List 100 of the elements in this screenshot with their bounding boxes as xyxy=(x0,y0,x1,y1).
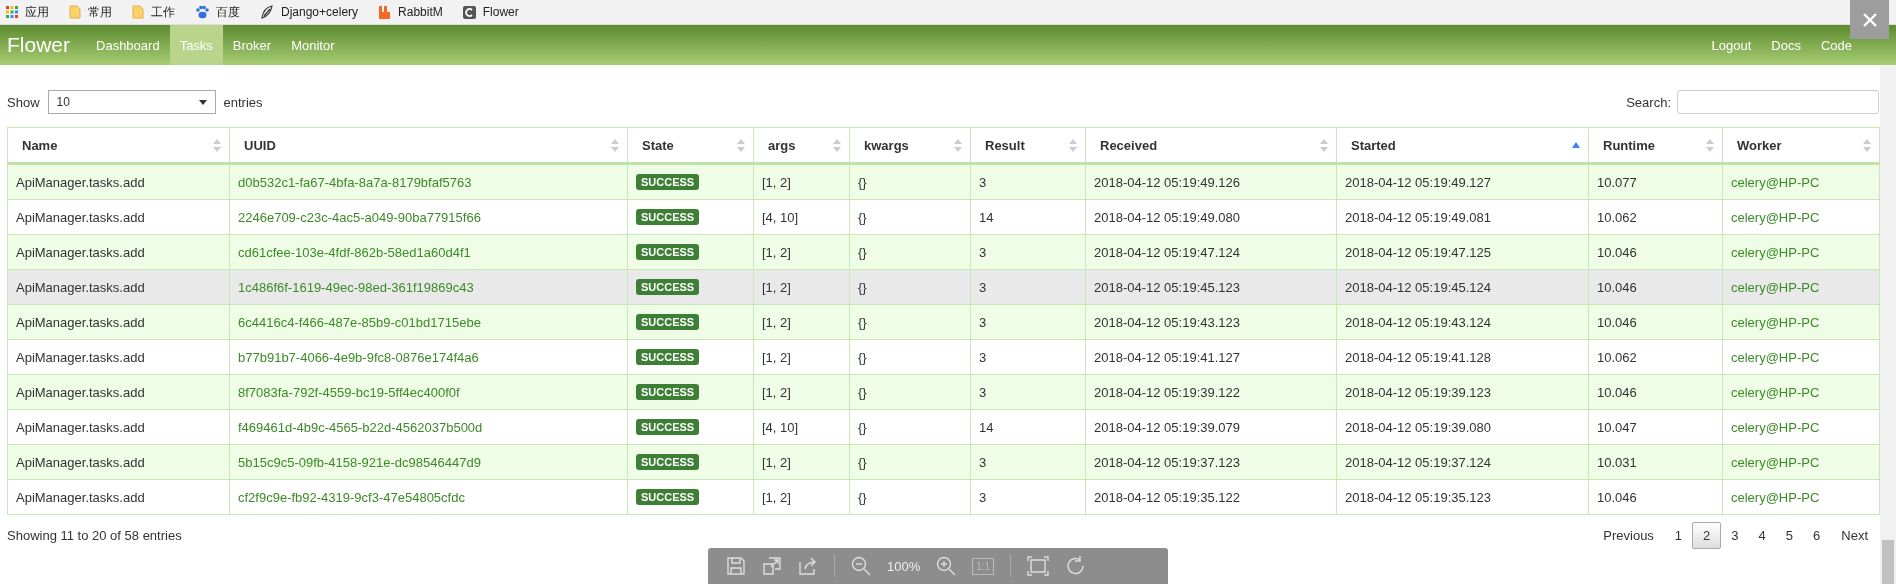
table-cell: {} xyxy=(849,479,971,515)
table-cell: ApiManager.tasks.add xyxy=(7,269,230,305)
bookmark[interactable]: 工作 xyxy=(132,3,175,21)
table-cell: 2018-04-12 05:19:37.123 xyxy=(1085,444,1337,480)
table-cell: 10.062 xyxy=(1588,339,1723,375)
table-cell: 2018-04-12 05:19:41.127 xyxy=(1085,339,1337,375)
table-cell: ApiManager.tasks.add xyxy=(7,479,230,515)
previous-link[interactable]: Previous xyxy=(1592,522,1665,548)
table-cell: 2018-04-12 05:19:49.126 xyxy=(1085,163,1337,200)
state-badge: SUCCESS xyxy=(636,314,700,330)
table-cell: [1, 2] xyxy=(753,304,850,340)
table-cell: {} xyxy=(849,269,971,305)
table-cell: 2018-04-12 05:19:41.128 xyxy=(1336,339,1589,375)
bookmark[interactable]: 常用 xyxy=(69,3,112,21)
table-row[interactable]: ApiManager.tasks.add 1c486f6f-1619-49ec-98ed-361f19869c43 SUCCESS [1, 2] {} 3 2018-04-12 05:19:45.123 2018-04-12 05:19:45.124 10.046 celery@HP-PC xyxy=(7,269,1880,305)
table-cell: ApiManager.tasks.add xyxy=(7,304,230,340)
table-row[interactable]: ApiManager.tasks.add 2246e709-c23c-4ac5-a049-90ba77915f66 SUCCESS [4, 10] {} 14 2018-04-12 05:19:49.080 2018-04-12 05:19:49.081 10.062 celery@HP-PC xyxy=(7,199,1880,235)
table-cell: [1, 2] xyxy=(753,479,850,515)
zoom-in-icon[interactable] xyxy=(936,556,957,576)
page-link[interactable]: 5 xyxy=(1775,522,1804,548)
table-row[interactable]: ApiManager.tasks.add 8f7083fa-792f-4559-bc19-5ff4ec400f0f SUCCESS [1, 2] {} 3 2018-04-12 05:19:39.122 2018-04-12 05:19:39.123 10.046 celery@HP-PC xyxy=(7,374,1880,410)
column-header[interactable]: Started xyxy=(1351,137,1396,153)
table-cell: 10.062 xyxy=(1588,199,1723,235)
bookmark[interactable]: 百度 xyxy=(195,3,240,21)
table-row[interactable]: ApiManager.tasks.add cf2f9c9e-fb92-4319-9cf3-47e54805cfdc SUCCESS [1, 2] {} 3 2018-04-12 05:19:35.122 2018-04-12 05:19:35.123 10.046 celery@HP-PC xyxy=(7,479,1880,515)
table-cell: {} xyxy=(849,163,971,200)
bookmark[interactable]: Django+celery xyxy=(260,5,359,19)
column-header[interactable]: Worker xyxy=(1737,137,1782,153)
table-row[interactable]: ApiManager.tasks.add 6c4416c4-f466-487e-85b9-c01bd1715ebe SUCCESS [1, 2] {} 3 2018-04-12 05:19:43.123 2018-04-12 05:19:43.124 10.046 celery@HP-PC xyxy=(7,304,1880,340)
page-size-select[interactable]: 10 xyxy=(47,90,216,114)
page-link[interactable]: 1 xyxy=(1664,522,1693,548)
state-badge: SUCCESS xyxy=(636,454,700,470)
table-row[interactable]: ApiManager.tasks.add 5b15c9c5-09fb-4158-921e-dc98546447d9 SUCCESS [1, 2] {} 3 2018-04-12 05:19:37.123 2018-04-12 05:19:37.124 10.031 celery@HP-PC xyxy=(7,444,1880,480)
table-cell: 2018-04-12 05:19:37.124 xyxy=(1336,444,1589,480)
caret-icon xyxy=(198,99,207,105)
table-cell: 3 xyxy=(970,339,1086,375)
save-icon[interactable] xyxy=(726,556,746,576)
table-row[interactable]: ApiManager.tasks.add b77b91b7-4066-4e9b-9fc8-0876e174f4a6 SUCCESS [1, 2] {} 3 2018-04-12 05:19:41.127 2018-04-12 05:19:41.128 10.062 celery@HP-PC xyxy=(7,339,1880,375)
page-link[interactable]: 3 xyxy=(1721,522,1749,548)
table-row[interactable]: ApiManager.tasks.add cd61cfee-103e-4fdf-862b-58ed1a60d4f1 SUCCESS [1, 2] {} 3 2018-04-12 05:19:47.124 2018-04-12 05:19:47.125 10.046 celery@HP-PC xyxy=(7,234,1880,270)
table-row[interactable]: ApiManager.tasks.add d0b532c1-fa67-4bfa-8a7a-8179bfaf5763 SUCCESS [1, 2] {} 3 2018-04-12 05:19:49.126 2018-04-12 05:19:49.127 10.077 celery@HP-PC xyxy=(7,163,1880,200)
state-badge: SUCCESS xyxy=(636,174,700,190)
table-cell: [1, 2] xyxy=(753,339,850,375)
column-header[interactable]: Result xyxy=(985,137,1025,153)
table-cell: ApiManager.tasks.add xyxy=(7,444,230,480)
table-cell: 3 xyxy=(970,304,1086,340)
table-cell: 10.047 xyxy=(1588,409,1723,445)
scrollbar[interactable] xyxy=(1880,65,1896,584)
page-link[interactable]: 2 xyxy=(1692,521,1722,549)
table-cell: 10.031 xyxy=(1588,444,1723,480)
search-label: Search: xyxy=(1626,94,1671,110)
bookmark[interactable]: Flower xyxy=(462,5,519,19)
table-cell: ApiManager.tasks.add xyxy=(7,409,230,445)
table-cell: {} xyxy=(849,234,971,270)
table-cell: 10.077 xyxy=(1588,163,1723,200)
table-cell: {} xyxy=(849,339,971,375)
fit-screen-icon[interactable] xyxy=(1027,556,1050,576)
table-cell: [1, 2] xyxy=(753,234,850,270)
table-cell: 2018-04-12 05:19:39.123 xyxy=(1336,374,1589,410)
page-link[interactable]: 4 xyxy=(1748,522,1776,548)
page-link[interactable]: 6 xyxy=(1803,522,1831,548)
table-cell: 2018-04-12 05:19:47.125 xyxy=(1336,234,1589,270)
column-header[interactable]: Name xyxy=(22,137,58,153)
table-cell: 2018-04-12 05:19:49.080 xyxy=(1085,199,1337,235)
resize-icon[interactable] xyxy=(762,556,782,576)
table-cell: 2018-04-12 05:19:47.124 xyxy=(1085,234,1337,270)
table-cell: 2018-04-12 05:19:49.127 xyxy=(1336,163,1589,200)
next-link[interactable]: Next xyxy=(1830,522,1879,548)
entries-info: Showing 11 to 20 of 58 entries xyxy=(7,527,182,543)
table-cell: 3 xyxy=(970,444,1086,480)
column-header[interactable]: State xyxy=(642,137,674,153)
state-badge: SUCCESS xyxy=(636,244,700,260)
table-cell: 2018-04-12 05:19:39.122 xyxy=(1085,374,1337,410)
table-cell: {} xyxy=(849,409,971,445)
column-header[interactable]: UUID xyxy=(244,137,276,153)
table-cell: 14 xyxy=(970,409,1086,445)
search-field[interactable] xyxy=(1677,90,1879,114)
entries-label: entries xyxy=(223,94,263,110)
column-header[interactable]: kwargs xyxy=(864,137,909,153)
rotate-icon[interactable] xyxy=(1065,556,1086,576)
table-cell: {} xyxy=(849,199,971,235)
table-cell: 3 xyxy=(970,234,1086,270)
table-cell: 2018-04-12 05:19:43.124 xyxy=(1336,304,1589,340)
table-cell: 3 xyxy=(970,479,1086,515)
table-cell: 3 xyxy=(970,163,1086,200)
share-icon[interactable] xyxy=(798,556,818,576)
table-cell: [4, 10] xyxy=(753,409,850,445)
column-header[interactable]: Received xyxy=(1100,137,1158,153)
bookmark[interactable]: 应用 xyxy=(6,3,49,21)
table-cell: ApiManager.tasks.add xyxy=(7,374,230,410)
paw-icon xyxy=(195,5,209,19)
table-cell: 3 xyxy=(970,269,1086,305)
zoom-out-icon[interactable] xyxy=(851,556,871,576)
table-row[interactable]: ApiManager.tasks.add f469461d-4b9c-4565-b22d-4562037b500d SUCCESS [4, 10] {} 14 2018-04-12 05:19:39.079 2018-04-12 05:19:39.080 10.047 celery@HP-PC xyxy=(7,409,1880,445)
table-cell: 10.046 xyxy=(1588,234,1723,270)
column-header[interactable]: args xyxy=(768,137,796,153)
column-header[interactable]: Runtime xyxy=(1603,137,1655,153)
close-button[interactable] xyxy=(1850,0,1889,39)
bookmark[interactable]: RabbitM xyxy=(378,5,443,19)
folder-icon xyxy=(132,5,144,19)
